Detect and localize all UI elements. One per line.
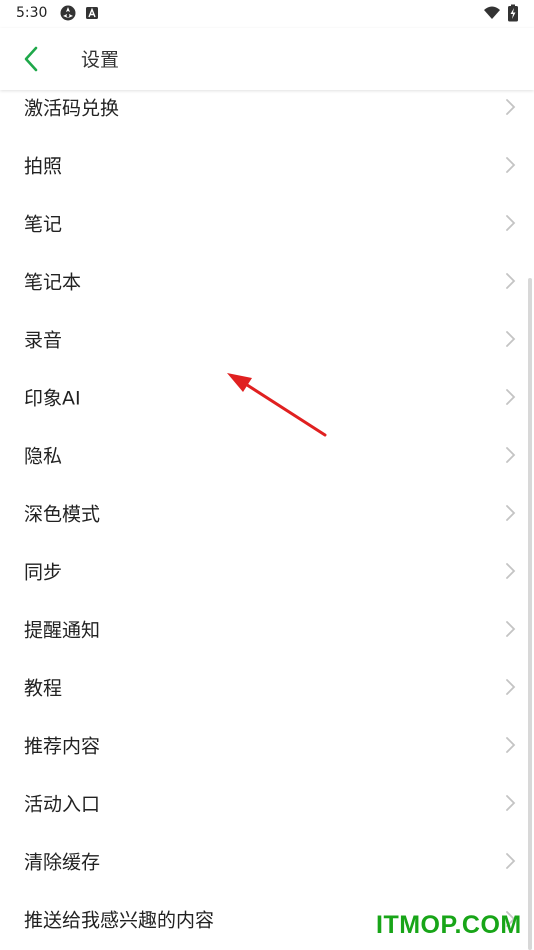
settings-item-label: 推荐内容 — [24, 735, 101, 758]
settings-item-dark-mode[interactable]: 深色模式 — [0, 484, 534, 542]
settings-item-label: 录音 — [24, 329, 63, 352]
chevron-right-icon — [506, 331, 516, 347]
page-title: 设置 — [81, 49, 120, 71]
settings-item-label: 推送给我感兴趣的内容 — [24, 909, 215, 932]
a-notification-icon — [85, 4, 103, 22]
settings-item-label: 清除缓存 — [24, 851, 101, 874]
settings-item-yinxiang-ai[interactable]: 印象AI — [0, 368, 534, 426]
wifi-icon — [483, 4, 501, 22]
app-bar: 设置 — [0, 28, 534, 90]
settings-item-label: 笔记本 — [24, 271, 82, 294]
chevron-right-icon — [506, 679, 516, 695]
settings-item-label: 激活码兑换 — [24, 97, 120, 120]
watermark-logo: ITMOP.COM — [376, 911, 522, 939]
settings-item-label: 笔记 — [24, 213, 63, 236]
settings-item-activities[interactable]: 活动入口 — [0, 774, 534, 832]
scrollbar[interactable] — [528, 278, 532, 950]
settings-item-recording[interactable]: 录音 — [0, 310, 534, 368]
chevron-right-icon — [506, 389, 516, 405]
settings-item-label: 隐私 — [24, 445, 63, 468]
chevron-right-icon — [506, 157, 516, 173]
settings-item-label: 提醒通知 — [24, 619, 101, 642]
chevron-right-icon — [506, 795, 516, 811]
settings-item-reminders[interactable]: 提醒通知 — [0, 600, 534, 658]
chevron-left-icon — [24, 46, 38, 72]
settings-item-sync[interactable]: 同步 — [0, 542, 534, 600]
settings-item-tutorial[interactable]: 教程 — [0, 658, 534, 716]
chevron-right-icon — [506, 505, 516, 521]
settings-item-camera[interactable]: 拍照 — [0, 136, 534, 194]
chevron-right-icon — [506, 447, 516, 463]
status-bar: 5:30 — [0, 0, 534, 28]
settings-item-notes[interactable]: 笔记 — [0, 194, 534, 252]
settings-item-privacy[interactable]: 隐私 — [0, 426, 534, 484]
settings-list: 激活码兑换 拍照 笔记 笔记本 录音 印象AI 隐私 深色模式 同步 提醒通知 … — [0, 78, 534, 950]
settings-item-notebooks[interactable]: 笔记本 — [0, 252, 534, 310]
settings-item-label: 深色模式 — [24, 503, 101, 526]
settings-item-label: 教程 — [24, 677, 63, 700]
back-button[interactable] — [14, 42, 48, 76]
chevron-right-icon — [506, 563, 516, 579]
chevron-right-icon — [506, 273, 516, 289]
settings-item-label: 同步 — [24, 561, 63, 584]
settings-item-label: 活动入口 — [24, 793, 101, 816]
settings-item-recommended[interactable]: 推荐内容 — [0, 716, 534, 774]
chevron-right-icon — [506, 99, 516, 115]
chevron-right-icon — [506, 215, 516, 231]
chevron-right-icon — [506, 853, 516, 869]
battery-charging-icon — [507, 4, 525, 22]
status-time: 5:30 — [16, 5, 48, 21]
chevron-right-icon — [506, 621, 516, 637]
settings-item-clear-cache[interactable]: 清除缓存 — [0, 832, 534, 890]
settings-item-label: 印象AI — [24, 387, 81, 410]
sync-icon — [59, 4, 77, 22]
settings-item-label: 拍照 — [24, 155, 63, 178]
chevron-right-icon — [506, 737, 516, 753]
